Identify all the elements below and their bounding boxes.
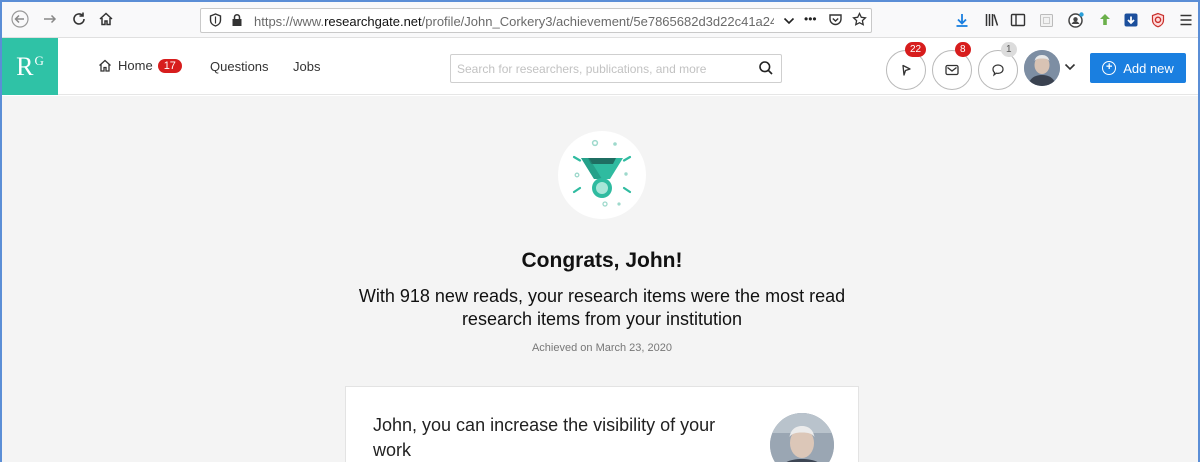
messages-badge: 8 (955, 42, 971, 57)
extension-box-icon[interactable] (1036, 10, 1056, 30)
nav-home-label: Home (118, 58, 153, 73)
notifications-button[interactable]: 22 (886, 42, 927, 90)
search-bar (450, 54, 782, 83)
search-icon[interactable] (758, 60, 774, 76)
leaf-extension-icon[interactable] (1095, 10, 1115, 30)
add-new-label: Add new (1123, 60, 1174, 76)
back-icon[interactable] (10, 9, 30, 29)
profile-photo (1024, 50, 1060, 86)
url-path: /profile/John_Corkery3/achievement/5e786… (421, 14, 774, 29)
achievement-title: Congrats, John! (521, 249, 683, 272)
url-prefix: https://www. (254, 14, 325, 29)
nav-questions[interactable]: Questions (210, 59, 269, 74)
bell-icon (902, 64, 911, 76)
forward-icon[interactable] (40, 9, 60, 29)
browser-toolbar: https://www.researchgate.net/profile/Joh… (2, 2, 1198, 38)
requests-badge: 1 (1001, 42, 1017, 57)
browser-window: https://www.researchgate.net/profile/Joh… (0, 0, 1200, 462)
medal-icon (572, 139, 632, 207)
chevron-down-icon[interactable] (783, 14, 795, 29)
nav-jobs[interactable]: Jobs (293, 59, 320, 74)
chat-bubble-icon (992, 64, 1004, 77)
achievement-date: Achieved on March 23, 2020 (531, 342, 673, 354)
download-extension-icon[interactable] (1121, 10, 1141, 30)
chevron-down-icon[interactable] (1064, 62, 1076, 72)
researchgate-logo[interactable]: RG (2, 38, 58, 95)
downloads-icon[interactable] (952, 10, 972, 30)
card-heading: John, you can increase the visibility of… (373, 415, 716, 460)
mail-icon (945, 64, 959, 76)
bookmark-star-icon[interactable] (852, 11, 867, 30)
url-domain: researchgate.net (324, 14, 422, 29)
lock-icon[interactable] (231, 13, 243, 30)
notifications-badge: 22 (905, 42, 927, 57)
card-profile-photo (770, 413, 834, 462)
reload-icon[interactable] (69, 9, 89, 29)
sidebar-icon[interactable] (1008, 10, 1028, 30)
main-content: Congrats, John! With 918 new reads, your… (2, 96, 1198, 462)
home-icon (99, 59, 111, 72)
user-avatar[interactable] (1024, 50, 1060, 86)
page-actions-icon[interactable]: ••• (804, 12, 817, 26)
pocket-icon[interactable] (828, 13, 843, 30)
nav-home[interactable]: Home 17 (98, 58, 182, 73)
logo-superscript: G (34, 52, 44, 68)
achievement-description: With 918 new reads, your research items … (358, 286, 846, 329)
add-new-button[interactable]: + Add new (1090, 53, 1186, 83)
requests-button[interactable]: 1 (978, 42, 1018, 90)
library-icon[interactable] (982, 10, 1002, 30)
search-input[interactable] (457, 60, 747, 77)
home-browser-icon[interactable] (96, 9, 116, 29)
menu-icon[interactable] (1176, 10, 1196, 30)
address-bar[interactable]: https://www.researchgate.net/profile/Joh… (200, 8, 872, 33)
tracking-shield-icon[interactable] (209, 13, 222, 30)
account-extension-icon[interactable] (1066, 10, 1086, 30)
url-text: https://www.researchgate.net/profile/Joh… (254, 14, 774, 29)
logo-letter: R (16, 51, 34, 81)
card-avatar (770, 413, 834, 462)
visibility-card: John, you can increase the visibility of… (345, 386, 859, 462)
messages-button[interactable]: 8 (932, 42, 972, 90)
add-icon: + (1102, 61, 1117, 75)
site-header: RG Home 17 Questions Jobs (2, 38, 1198, 95)
achievement-badge (558, 131, 646, 219)
ublock-icon[interactable] (1148, 10, 1168, 30)
home-notification-badge: 17 (157, 59, 182, 73)
